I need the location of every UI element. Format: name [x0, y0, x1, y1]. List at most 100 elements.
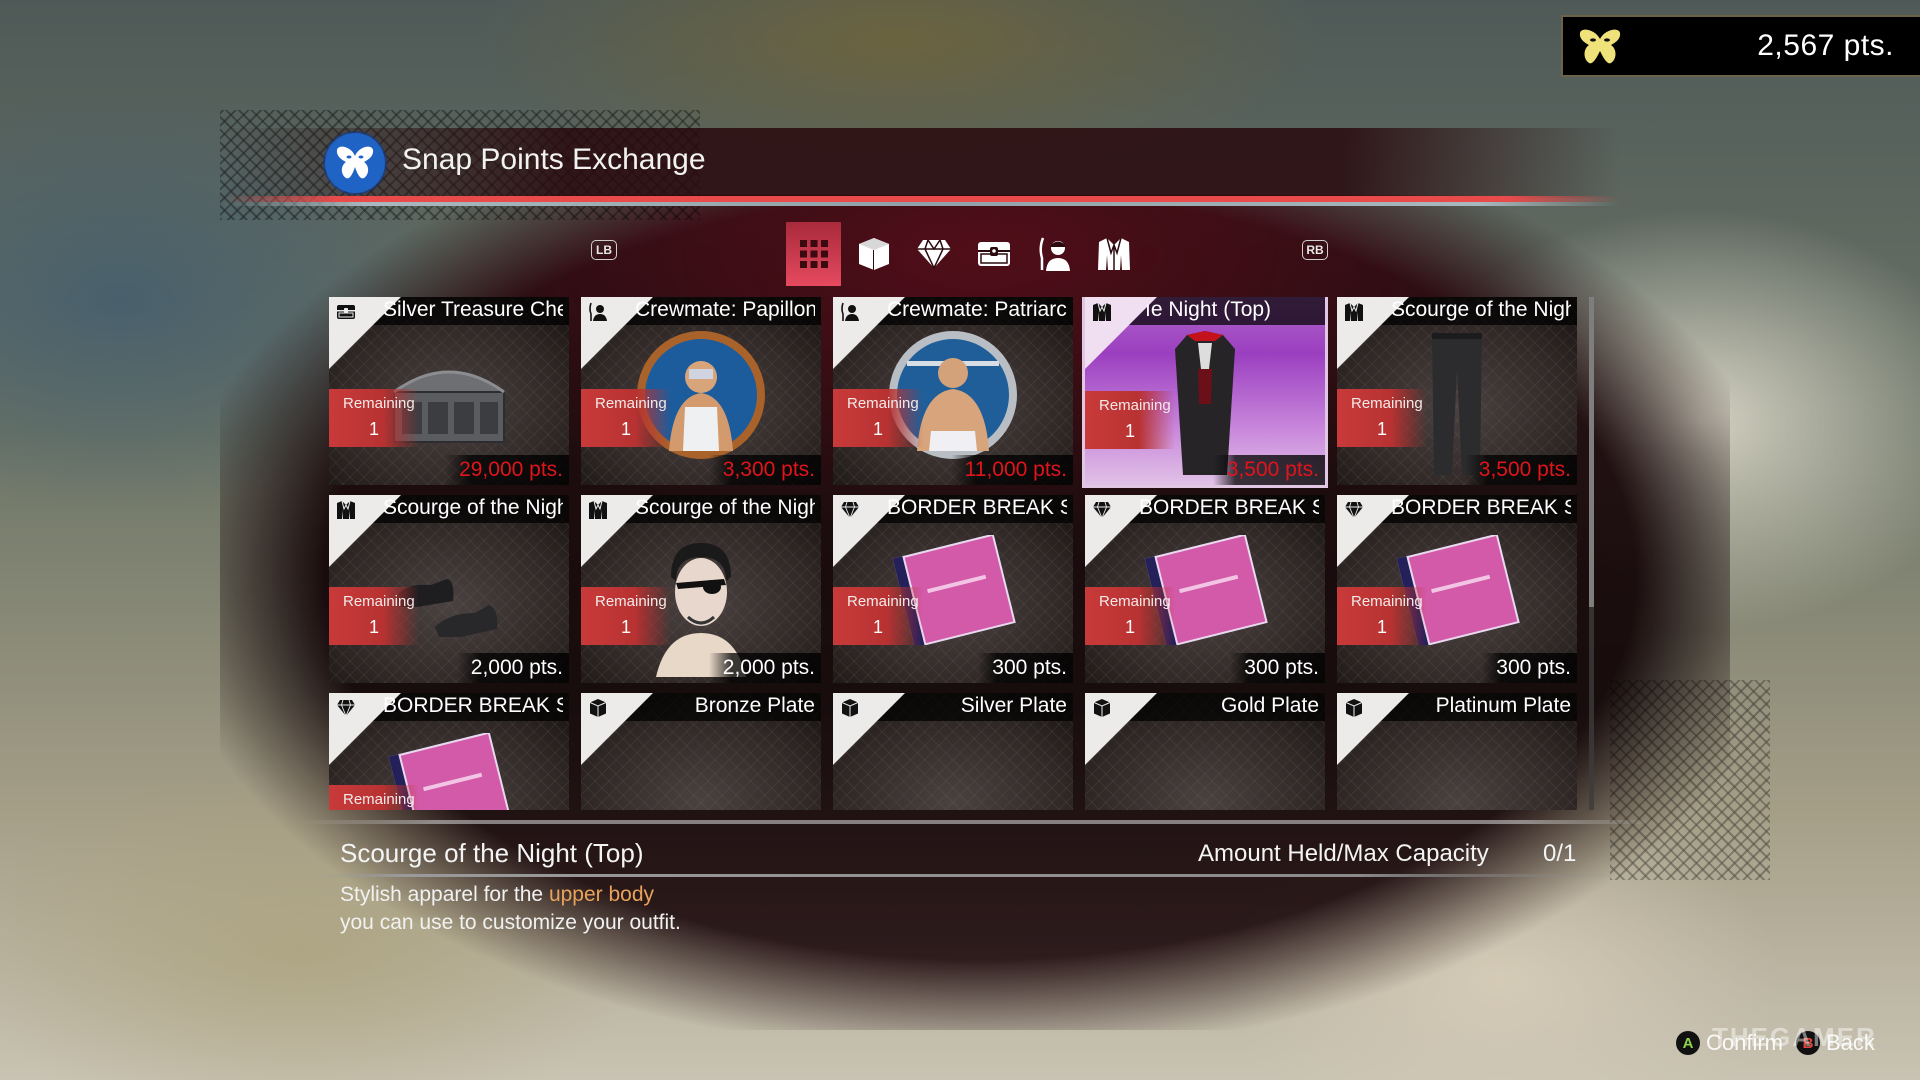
remaining-label: Remaining — [1351, 593, 1423, 610]
diamond-icon — [916, 239, 951, 269]
item-card[interactable]: Bronze Plate — [581, 693, 821, 810]
remaining-badge: Remaining 1 — [833, 587, 923, 645]
remaining-badge: Remaining 1 — [329, 587, 419, 645]
item-price: 11,000 pts. — [950, 455, 1073, 485]
item-price: 3,300 pts. — [708, 455, 821, 485]
remaining-badge: Remaining 1 — [1337, 587, 1427, 645]
jacket-icon — [336, 500, 356, 520]
page-title: Snap Points Exchange — [402, 143, 706, 176]
title-divider-secondary — [225, 202, 1620, 206]
tab-outfits[interactable] — [1086, 222, 1141, 286]
tab-crewmates[interactable] — [1026, 222, 1081, 286]
item-name: BORDER BREAK Sour — [383, 694, 563, 717]
remaining-label: Remaining — [847, 593, 919, 610]
item-card[interactable]: Platinum Plate — [1337, 693, 1577, 810]
item-price: 3,500 pts. — [1212, 455, 1325, 485]
tab-all[interactable] — [786, 222, 841, 286]
item-grid: Silver Treasure Ches Remaining 1 29,000 pts… — [329, 297, 1579, 810]
chest-icon — [977, 242, 1010, 266]
remaining-count: 1 — [1377, 419, 1388, 439]
item-price: 300 pts. — [1482, 653, 1577, 683]
capacity-label: Amount Held/Max Capacity — [1198, 840, 1489, 867]
box-icon — [588, 698, 608, 718]
item-card[interactable]: Silver Treasure Ches Remaining 1 29,000 pts… — [329, 297, 569, 485]
diamond-icon — [840, 500, 860, 520]
remaining-count: 1 — [1377, 617, 1388, 637]
tab-treasure[interactable] — [966, 222, 1021, 286]
box-icon — [1092, 698, 1112, 718]
remaining-badge: Remaining 1 — [1085, 391, 1175, 449]
remaining-count: 1 — [873, 617, 884, 637]
next-tab-button[interactable]: RB — [1302, 240, 1328, 260]
description-highlight: upper body — [548, 883, 655, 906]
chest-icon — [336, 302, 356, 322]
butterfly-icon — [1579, 29, 1621, 64]
item-name: BORDER BREAK Sour — [887, 496, 1067, 519]
item-card[interactable]: Crewmate: Patriarch Remaining 1 11,000 pts. — [833, 297, 1073, 485]
capacity-value: 0/1 — [1543, 840, 1577, 867]
remaining-badge: Remaining — [329, 785, 419, 810]
item-name: Bronze Plate — [694, 694, 815, 717]
remaining-label: Remaining — [1099, 397, 1171, 414]
remaining-count: 1 — [621, 419, 632, 439]
item-name: BORDER BREAK Sour — [1391, 496, 1571, 519]
item-card[interactable]: Scourge of the Night Remaining 1 2,000 pts. — [329, 495, 569, 683]
item-card[interactable]: ıe Night (Top) Remaining 1 3,500 pts. — [1085, 297, 1325, 485]
item-card[interactable]: Scourge of the Night Remaining 1 3,500 pts. — [1337, 297, 1577, 485]
item-card[interactable]: BORDER BREAK Sour Remaining 1 300 pts. — [1337, 495, 1577, 683]
crewmate-icon — [1038, 237, 1070, 271]
points-balance: 2,567 pts. — [1561, 15, 1920, 77]
points-value: 2,567 pts. — [1757, 29, 1894, 62]
remaining-label: Remaining — [595, 395, 667, 412]
remaining-label: Remaining — [1099, 593, 1171, 610]
item-price: 300 pts. — [978, 653, 1073, 683]
item-name: Platinum Plate — [1435, 694, 1571, 717]
remaining-count: 1 — [621, 617, 632, 637]
item-price: 29,000 pts. — [445, 455, 569, 485]
remaining-count: 1 — [1125, 421, 1136, 441]
item-card[interactable]: BORDER BREAK Sour Remaining 1 300 pts. — [1085, 495, 1325, 683]
remaining-label: Remaining — [1351, 395, 1423, 412]
grid-icon — [799, 240, 828, 268]
item-card[interactable]: BORDER BREAK Sour Remaining — [329, 693, 569, 810]
item-name: Scourge of the Night — [635, 496, 815, 519]
detail-title: Scourge of the Night (Top) — [340, 838, 644, 868]
crewmate-icon — [588, 302, 608, 322]
decor-pattern — [1610, 680, 1770, 880]
item-card[interactable]: Crewmate: Papillon I Remaining 1 3,300 pts. — [581, 297, 821, 485]
item-name: Scourge of the Night — [1391, 298, 1571, 321]
remaining-badge: Remaining 1 — [581, 587, 671, 645]
item-card[interactable]: Gold Plate — [1085, 693, 1325, 810]
diamond-icon — [1092, 500, 1112, 520]
prev-tab-button[interactable]: LB — [591, 240, 617, 260]
item-card[interactable]: BORDER BREAK Sour Remaining 1 300 pts. — [833, 495, 1073, 683]
item-name: Scourge of the Night — [383, 496, 563, 519]
tab-valuables[interactable] — [906, 222, 961, 286]
detail-description: Stylish apparel for the upper body you c… — [340, 881, 681, 937]
item-card[interactable]: Scourge of the Night Remaining 1 2,000 pts. — [581, 495, 821, 683]
description-text: Stylish apparel for the — [340, 883, 549, 906]
remaining-badge: Remaining 1 — [1337, 389, 1427, 447]
title-badge — [325, 133, 385, 193]
remaining-label: Remaining — [595, 593, 667, 610]
watermark: THEGAMER — [1712, 1022, 1877, 1052]
item-card[interactable]: Silver Plate — [833, 693, 1073, 810]
item-name: ıe Night (Top) — [1145, 298, 1272, 321]
description-text-line2: you can use to customize your outfit. — [340, 911, 681, 934]
item-name: Gold Plate — [1220, 694, 1319, 717]
item-name: BORDER BREAK Sour — [1139, 496, 1319, 519]
remaining-badge: Remaining 1 — [1085, 587, 1175, 645]
box-icon — [858, 238, 889, 270]
tab-items[interactable] — [846, 222, 901, 286]
item-price: 300 pts. — [1230, 653, 1325, 683]
item-name: Crewmate: Papillon I — [635, 298, 815, 321]
diamond-icon — [1344, 500, 1364, 520]
remaining-label: Remaining — [343, 395, 415, 412]
item-name: Crewmate: Patriarch — [887, 298, 1067, 321]
scrollbar-thumb[interactable] — [1589, 297, 1594, 607]
jacket-icon — [1097, 237, 1130, 270]
detail-divider — [320, 874, 1620, 877]
item-price: 2,000 pts. — [456, 653, 569, 683]
item-name: Silver Treasure Ches — [383, 298, 563, 321]
remaining-label: Remaining — [343, 791, 415, 808]
